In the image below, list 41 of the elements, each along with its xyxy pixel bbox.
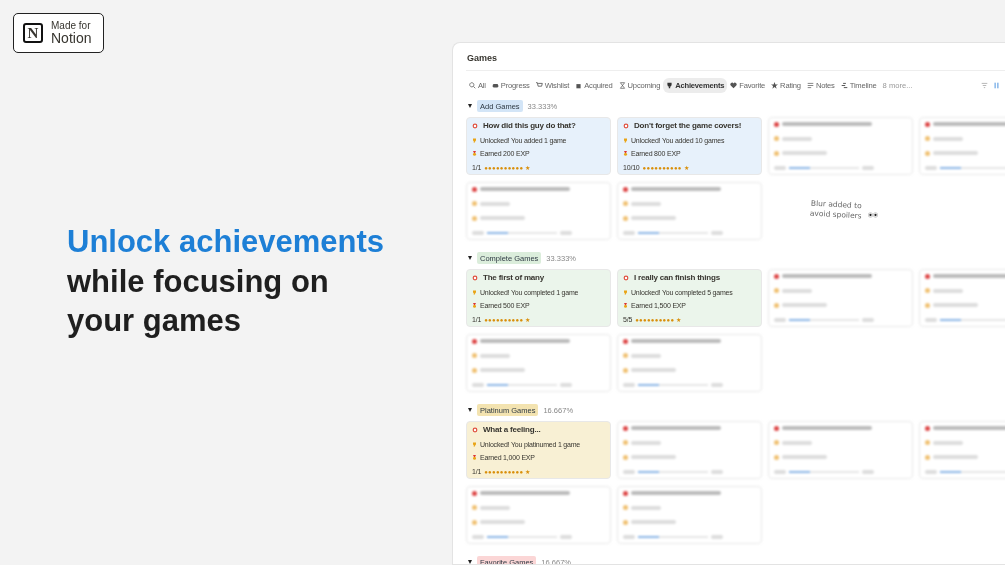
- medal-icon: [623, 303, 628, 309]
- headline-text: while focusing on your games: [67, 262, 330, 340]
- trophy-icon: [623, 137, 628, 143]
- view-icon: [771, 81, 779, 89]
- medal-icon: [623, 151, 628, 157]
- achievement-title: I really can finish things: [634, 273, 720, 282]
- badge-caption: Made for: [51, 19, 92, 31]
- medal-icon: [472, 455, 477, 461]
- achievement-title: Don't forget the game covers!: [634, 121, 742, 130]
- collapse-toggle[interactable]: [468, 104, 472, 108]
- badge-icon: [623, 274, 629, 281]
- badge-title: Notion: [51, 30, 92, 47]
- achievement-title: What a feeling...: [483, 425, 541, 434]
- badge-icon: [472, 122, 478, 129]
- achievement-title: How did this guy do that?: [483, 121, 576, 130]
- trophy-icon: [472, 137, 477, 143]
- collapse-toggle[interactable]: [468, 408, 472, 412]
- collapse-toggle[interactable]: [468, 256, 472, 260]
- badge-icon: [472, 274, 478, 281]
- view-icon: [535, 81, 543, 89]
- view-icon: [618, 81, 626, 89]
- trophy-icon: [472, 441, 477, 447]
- medal-icon: [472, 151, 477, 157]
- medal-icon: [472, 303, 477, 309]
- eyes-icon: [868, 211, 878, 218]
- collapse-toggle[interactable]: [468, 560, 472, 564]
- view-icon: [469, 81, 476, 89]
- view-icon: [491, 81, 499, 89]
- achievement-title: The first of many: [483, 273, 545, 282]
- trophy-icon: [623, 289, 628, 295]
- view-icon: [666, 81, 674, 89]
- view-icon: [840, 81, 848, 89]
- badge-icon: [472, 426, 478, 433]
- database-title: Games: [466, 43, 1005, 71]
- view-icon: [730, 81, 738, 89]
- notion-logo: N: [23, 23, 43, 43]
- badge-icon: [623, 122, 629, 129]
- view-icon: [575, 81, 583, 89]
- headline-highlight: Unlock achievements: [67, 223, 386, 261]
- view-icon: [806, 81, 814, 89]
- trophy-icon: [472, 289, 477, 295]
